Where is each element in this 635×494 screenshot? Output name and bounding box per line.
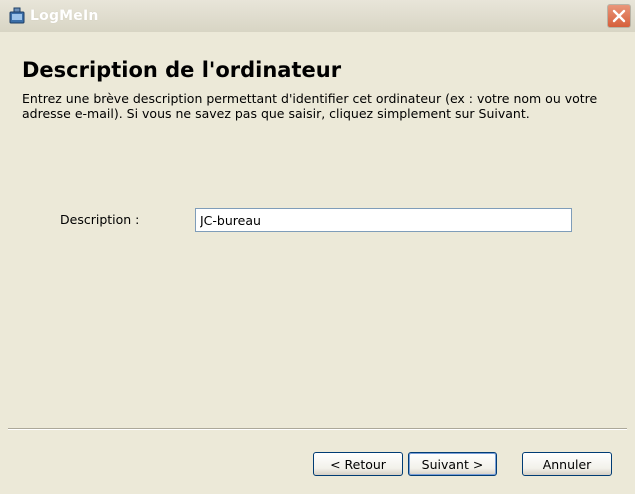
next-button[interactable]: Suivant > [408,452,497,476]
back-button[interactable]: < Retour [313,452,403,476]
cancel-button[interactable]: Annuler [522,452,612,476]
separator [8,428,627,430]
description-label: Description : [60,212,140,227]
close-icon [612,9,626,23]
window-title: LogMeIn [30,8,99,24]
description-input[interactable] [195,208,572,232]
logmein-app-icon [8,7,26,25]
instructions-text: Entrez une brève description permettant … [22,91,598,121]
close-button[interactable] [607,4,631,28]
title-bar[interactable]: LogMeIn [0,0,635,32]
page-title: Description de l'ordinateur [22,58,342,82]
setup-wizard-window: LogMeIn Description de l'ordinateur Entr… [0,0,635,494]
